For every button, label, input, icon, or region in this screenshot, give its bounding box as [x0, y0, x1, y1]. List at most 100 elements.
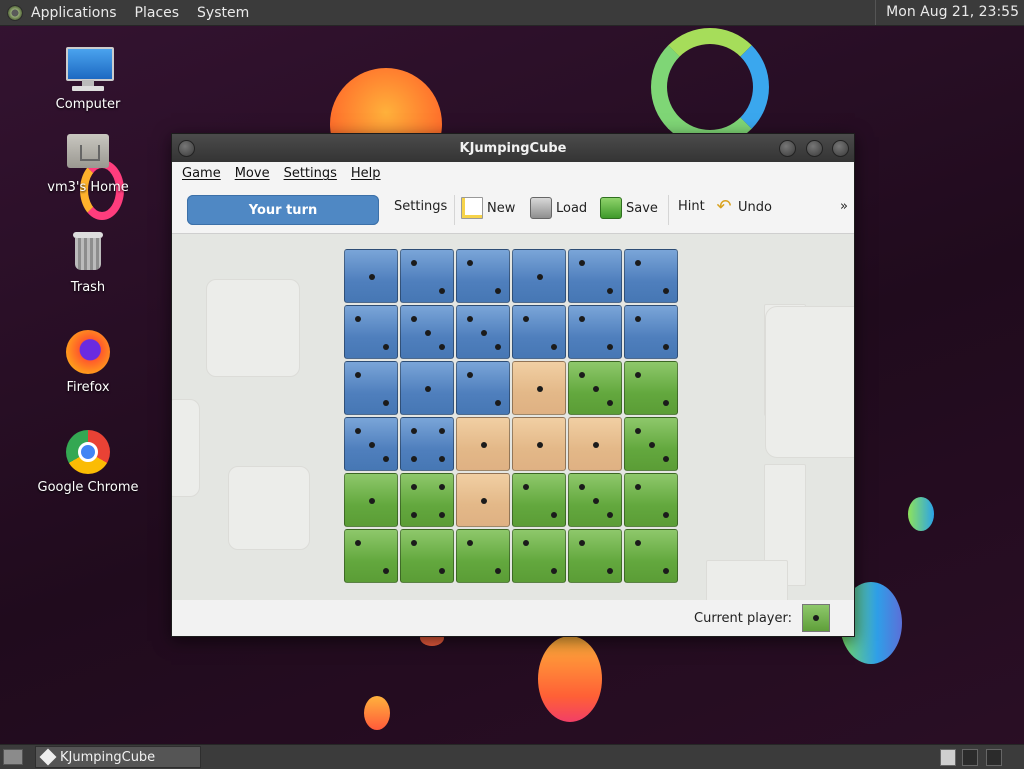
pip: [593, 386, 599, 392]
pip: [579, 260, 585, 266]
pip: [355, 428, 361, 434]
system-menu[interactable]: System: [197, 5, 249, 21]
cube-r2-c2[interactable]: [456, 361, 510, 415]
pip: [649, 442, 655, 448]
workspace-switcher-2[interactable]: [962, 749, 978, 766]
workspace-switcher-3[interactable]: [986, 749, 1002, 766]
cube-r4-c5[interactable]: [624, 473, 678, 527]
pip: [467, 260, 473, 266]
pip: [425, 330, 431, 336]
minimize-button[interactable]: [779, 140, 796, 157]
pip: [439, 456, 445, 462]
cube-r4-c0[interactable]: [344, 473, 398, 527]
desktop-icon-computer[interactable]: Computer: [33, 45, 143, 112]
cube-r1-c5[interactable]: [624, 305, 678, 359]
pip: [411, 260, 417, 266]
workspace-switcher-1[interactable]: [940, 749, 956, 766]
cube-r1-c4[interactable]: [568, 305, 622, 359]
hint-button[interactable]: Hint: [678, 199, 705, 214]
cube-r5-c5[interactable]: [624, 529, 678, 583]
cube-r1-c3[interactable]: [512, 305, 566, 359]
settings-button[interactable]: Settings: [394, 199, 447, 214]
toolbar-overflow-button[interactable]: »: [840, 199, 848, 214]
pip: [607, 568, 613, 574]
cube-r2-c0[interactable]: [344, 361, 398, 415]
cube-r2-c4[interactable]: [568, 361, 622, 415]
cube-r5-c3[interactable]: [512, 529, 566, 583]
cube-r4-c3[interactable]: [512, 473, 566, 527]
pip: [607, 288, 613, 294]
trash-icon: [64, 228, 112, 276]
cube-r0-c1[interactable]: [400, 249, 454, 303]
cube-r3-c5[interactable]: [624, 417, 678, 471]
cube-r3-c1[interactable]: [400, 417, 454, 471]
cube-r0-c2[interactable]: [456, 249, 510, 303]
menu-settings[interactable]: Settings: [284, 166, 337, 181]
cube-r1-c2[interactable]: [456, 305, 510, 359]
turn-indicator-button[interactable]: Your turn: [187, 195, 379, 225]
cube-r5-c2[interactable]: [456, 529, 510, 583]
menu-game[interactable]: Game: [182, 166, 221, 181]
cube-r5-c0[interactable]: [344, 529, 398, 583]
maximize-button[interactable]: [806, 140, 823, 157]
pip: [383, 344, 389, 350]
window-titlebar[interactable]: KJumpingCube: [172, 134, 854, 162]
cube-r3-c4[interactable]: [568, 417, 622, 471]
cube-r3-c3[interactable]: [512, 417, 566, 471]
cube-r5-c4[interactable]: [568, 529, 622, 583]
cube-r2-c1[interactable]: [400, 361, 454, 415]
cube-r0-c4[interactable]: [568, 249, 622, 303]
distro-logo-icon[interactable]: [7, 4, 23, 21]
desktop-icon-label: Trash: [70, 280, 106, 295]
desktop-icon-chrome[interactable]: Google Chrome: [33, 428, 143, 495]
cube-r0-c5[interactable]: [624, 249, 678, 303]
toolbar: Your turn Settings New Load Save Hint ↶ …: [172, 185, 854, 234]
pip: [495, 288, 501, 294]
cube-r3-c2[interactable]: [456, 417, 510, 471]
desktop-icon-label: vm3's Home: [47, 180, 129, 195]
places-menu[interactable]: Places: [135, 5, 180, 21]
chrome-icon: [64, 428, 112, 476]
cube-r4-c1[interactable]: [400, 473, 454, 527]
desktop-icon-home[interactable]: vm3's Home: [33, 128, 143, 195]
current-player-label: Current player:: [694, 611, 792, 626]
taskbar-item-label: KJumpingCube: [60, 749, 156, 765]
pip: [383, 400, 389, 406]
taskbar-item-kjumpingcube[interactable]: KJumpingCube: [35, 746, 201, 768]
pip: [481, 442, 487, 448]
pip: [411, 456, 417, 462]
applications-menu[interactable]: Applications: [31, 5, 117, 21]
load-button[interactable]: Load: [530, 197, 587, 219]
cube-r1-c1[interactable]: [400, 305, 454, 359]
menu-move[interactable]: Move: [235, 166, 270, 181]
home-folder-icon: [64, 128, 112, 176]
undo-button[interactable]: ↶ Undo: [714, 197, 772, 217]
cube-r1-c0[interactable]: [344, 305, 398, 359]
save-button[interactable]: Save: [600, 197, 658, 219]
cube-r0-c0[interactable]: [344, 249, 398, 303]
save-button-label: Save: [626, 200, 658, 216]
pip: [355, 372, 361, 378]
pip: [663, 568, 669, 574]
cube-r5-c1[interactable]: [400, 529, 454, 583]
menu-help[interactable]: Help: [351, 166, 381, 181]
bottom-panel: KJumpingCube: [0, 744, 1024, 769]
cube-r4-c4[interactable]: [568, 473, 622, 527]
cube-r2-c5[interactable]: [624, 361, 678, 415]
cube-r3-c0[interactable]: [344, 417, 398, 471]
desktop-icon-trash[interactable]: Trash: [33, 228, 143, 295]
desktop-icon-firefox[interactable]: Firefox: [33, 328, 143, 395]
pip: [467, 316, 473, 322]
new-button[interactable]: New: [461, 197, 515, 219]
cube-r4-c2[interactable]: [456, 473, 510, 527]
pip: [411, 540, 417, 546]
current-player-indicator: [802, 604, 830, 632]
panel-clock[interactable]: Mon Aug 21, 23:55: [875, 0, 1024, 25]
cube-r2-c3[interactable]: [512, 361, 566, 415]
show-desktop-icon[interactable]: [3, 749, 23, 765]
cube-r0-c3[interactable]: [512, 249, 566, 303]
background-tile: [206, 279, 300, 377]
close-button[interactable]: [832, 140, 849, 157]
desktop-icon-label: Google Chrome: [37, 480, 139, 495]
settings-button-label: Settings: [394, 199, 448, 214]
